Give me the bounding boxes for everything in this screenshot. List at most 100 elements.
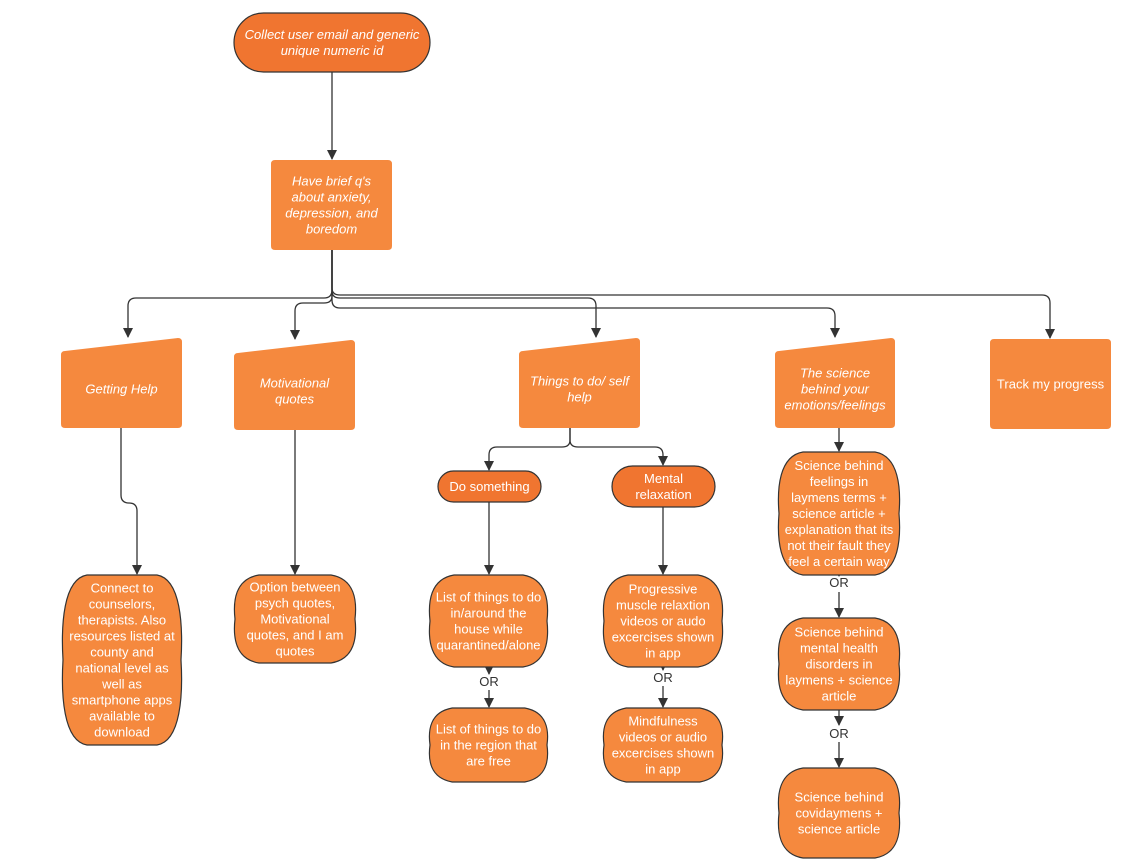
node-label-line: Connect to (91, 581, 154, 596)
node-list-house: List of things to do in/around the house w… (428, 574, 549, 668)
or-label: OR (829, 575, 849, 590)
node-label-line: excercises shown (612, 746, 715, 761)
node-label-line: science article + (792, 506, 886, 521)
nodes: Collect user email and generic unique num… (61, 12, 1111, 859)
node-start: Collect user email and generic unique num… (233, 12, 431, 73)
node-label-line: behind your (801, 382, 870, 397)
node-label-line: Progressive (629, 582, 698, 597)
node-label-line: List of things to do (436, 722, 542, 737)
node-label-line: feelings in (810, 474, 869, 489)
node-sci-disorders: Science behind mental health disorders in l… (777, 617, 901, 711)
node-label-line: help (567, 390, 592, 405)
node-label-line: Mental (644, 471, 683, 486)
node-label: Science behind covidaymens + science artic… (795, 790, 884, 837)
node-label-line: Things to do/ self (530, 374, 630, 389)
node-mental-relax: Mental relaxation (611, 465, 716, 508)
node-questions: Have brief q's about anxiety, depression, … (271, 160, 392, 250)
node-label-line: disorders in (805, 657, 872, 672)
node-label-line: emotions/feelings (784, 398, 886, 413)
node-track: Track my progress (990, 339, 1111, 429)
node-label-line: about anxiety, (292, 190, 372, 205)
node-label-line: Track my progress (997, 377, 1105, 392)
node-getting-help: Getting Help (61, 338, 182, 428)
node-label-line: excercises shown (612, 630, 715, 645)
flowchart: Collect user email and generic unique num… (61, 12, 1111, 859)
node-sci-feelings: Science behind feelings in laymens terms +… (777, 451, 901, 576)
node-label-line: quotes, and I am (247, 628, 344, 643)
node-things-to-do: Things to do/ self help (519, 338, 640, 428)
node-label-line: well as (101, 677, 142, 692)
node-label-line: in app (645, 762, 680, 777)
node-label-line: not their fault they (787, 538, 891, 553)
node-label-line: science article (798, 822, 880, 837)
connector-arrow (290, 250, 333, 340)
node-label-line: videos or audo (620, 614, 705, 629)
node-label-line: quotes (275, 644, 315, 659)
connector-arrow (484, 428, 571, 471)
node-label-line: quotes (275, 392, 315, 407)
node-label-line: laymens terms + (791, 490, 887, 505)
node-label-line: resources listed at (69, 629, 175, 644)
node-label-line: videos or audio (619, 730, 707, 745)
node-label-line: Option between (249, 580, 340, 595)
node-do-something: Do something (437, 470, 542, 503)
node-label-line: List of things to do (436, 590, 542, 605)
node-label-line: quarantined/alone (436, 638, 540, 653)
node-label-line: county and (90, 645, 154, 660)
node-connect: Connect to counselors, therapists. Also res… (61, 574, 183, 746)
node-label-line: The science (800, 366, 870, 381)
node-label-line: Science behind (795, 790, 884, 805)
node-label-line: Science behind (795, 458, 884, 473)
or-label: OR (653, 670, 673, 685)
node-label-line: available to (89, 709, 155, 724)
connector-arrow (331, 250, 1055, 339)
node-label-line: in/around the (451, 606, 527, 621)
node-label-line: download (94, 725, 150, 740)
node-label-line: feel a certain way (788, 554, 890, 569)
node-label-line: laymens + science (785, 673, 892, 688)
node-label-line: Science behind (795, 625, 884, 640)
node-label-line: counselors, (89, 597, 155, 612)
connector-arrow (123, 250, 333, 338)
node-label-line: psych quotes, (255, 596, 335, 611)
node-label-line: mental health (800, 641, 878, 656)
connector-arrow (569, 428, 668, 466)
node-label-line: therapists. Also (78, 613, 166, 628)
node-motivational: Motivational quotes (234, 340, 355, 430)
node-label: Getting Help (85, 382, 157, 397)
node-label-line: are free (466, 754, 511, 769)
node-progressive: Progressive muscle relaxtion videos or aud… (602, 574, 724, 668)
node-option-quotes: Option between psych quotes, Motivational q… (233, 574, 357, 664)
node-list-region: List of things to do in the region that ar… (428, 707, 549, 783)
node-label-line: in the region that (440, 738, 537, 753)
node-label-line: house while (454, 622, 523, 637)
node-label-line: muscle relaxtion (616, 598, 710, 613)
node-label-line: Do something (449, 479, 529, 494)
node-label-line: unique numeric id (281, 43, 384, 58)
node-label-line: Mindfulness (628, 714, 698, 729)
node-label-line: smartphone apps (72, 693, 173, 708)
connector-arrow (331, 250, 601, 338)
node-sci-covid: Science behind covidaymens + science artic… (777, 767, 901, 859)
node-label-line: article (822, 689, 857, 704)
node-science: The science behind your emotions/feelings (775, 338, 895, 428)
node-mindfulness: Mindfulness videos or audio excercises sho… (602, 707, 724, 783)
node-label: Track my progress (997, 377, 1105, 392)
node-label-line: covidaymens + (795, 806, 882, 821)
node-label-line: Collect user email and generic (245, 27, 420, 42)
connector-arrow (331, 250, 840, 338)
or-label: OR (829, 726, 849, 741)
node-label-line: depression, and (285, 206, 378, 221)
node-label-line: Motivational (260, 612, 329, 627)
node-label: Do something (449, 479, 529, 494)
node-label-line: boredom (306, 222, 357, 237)
node-label-line: Motivational (260, 376, 330, 391)
node-label-line: in app (645, 646, 680, 661)
node-label-line: relaxation (635, 487, 691, 502)
node-label-line: national level as (75, 661, 169, 676)
node-label-line: Getting Help (85, 382, 157, 397)
node-label-line: Have brief q's (292, 174, 372, 189)
or-label: OR (479, 674, 499, 689)
node-label-line: explanation that its (785, 522, 894, 537)
connector-arrow (120, 428, 142, 575)
